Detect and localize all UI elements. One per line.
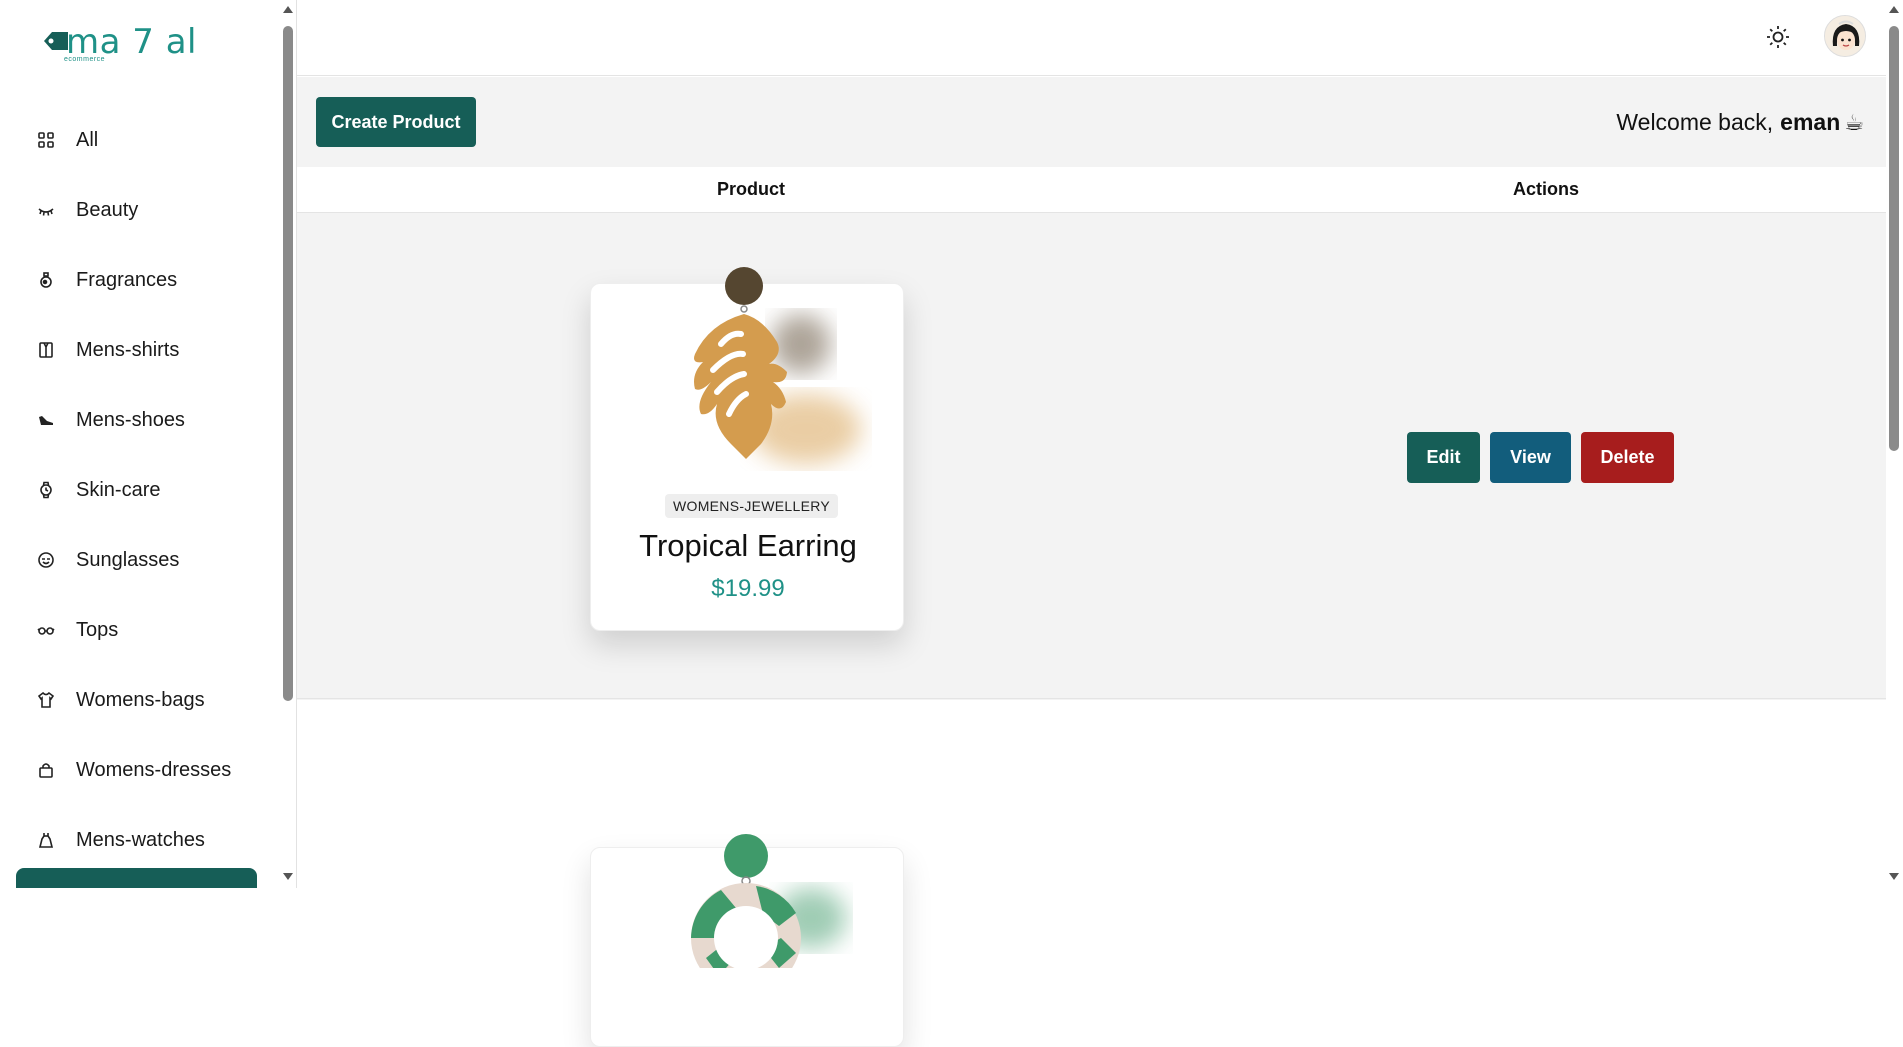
table-row: WOMENS-JEWELLERY Tropical Earring $19.99… <box>297 214 1886 699</box>
column-header-actions: Actions <box>1513 179 1580 199</box>
sidebar: ma 7 al ecommerce All Beauty Fragrances <box>0 0 280 888</box>
sidebar-item-mens-shirts[interactable]: Mens-shirts <box>0 315 270 385</box>
sidebar-item-label: Beauty <box>76 198 139 221</box>
product-image <box>691 834 846 968</box>
sidebar-item-label: Mens-watches <box>76 828 205 851</box>
category-nav: All Beauty Fragrances Mens-shirts Mens-s… <box>0 105 270 875</box>
sidebar-item-skin-care[interactable]: Skin-care <box>0 455 270 525</box>
scroll-up-icon[interactable] <box>1889 6 1899 13</box>
column-header-product: Product <box>717 179 786 199</box>
sidebar-item-label: Mens-shoes <box>76 408 185 431</box>
page-scrollbar[interactable] <box>1886 0 1903 888</box>
tshirt-icon <box>36 690 56 710</box>
sidebar-item-womens-dresses[interactable]: Womens-dresses <box>0 735 270 805</box>
dress-icon <box>36 830 56 850</box>
sidebar-item-label: Mens-shirts <box>76 338 180 361</box>
row-actions: Edit View Delete <box>1407 432 1674 483</box>
scrollbar-thumb[interactable] <box>283 26 293 701</box>
sidebar-item-label: Skin-care <box>76 478 161 501</box>
scroll-down-icon[interactable] <box>283 873 293 880</box>
welcome-prefix: Welcome back, <box>1616 109 1774 135</box>
table-header: Product Actions <box>297 167 1886 213</box>
watch-icon <box>36 480 56 500</box>
view-button[interactable]: View <box>1490 432 1571 483</box>
brand-tagline: ecommerce <box>64 56 106 63</box>
bag-icon <box>36 760 56 780</box>
sidebar-item-beauty[interactable]: Beauty <box>0 175 270 245</box>
sidebar-item-fragrances[interactable]: Fragrances <box>0 245 270 315</box>
user-avatar[interactable] <box>1824 15 1866 57</box>
eyelash-icon <box>36 200 56 220</box>
theme-toggle-button[interactable] <box>1765 24 1791 50</box>
sidebar-item-mens-watches[interactable]: Mens-watches <box>0 805 270 875</box>
product-card[interactable] <box>590 834 904 1047</box>
sidebar-item-tops[interactable]: Tops <box>0 595 270 665</box>
sidebar-item-all[interactable]: All <box>0 105 270 175</box>
product-card[interactable]: WOMENS-JEWELLERY Tropical Earring $19.99 <box>590 267 904 631</box>
main-content: Create Product Welcome back, eman ☕ Prod… <box>297 77 1886 1047</box>
sidebar-item-womens-bags[interactable]: Womens-bags <box>0 665 270 735</box>
sidebar-item-sunglasses[interactable]: Sunglasses <box>0 525 270 595</box>
glasses-icon <box>36 620 56 640</box>
smile-icon <box>36 550 56 570</box>
scrollbar-thumb[interactable] <box>1889 26 1899 451</box>
sidebar-bottom-button[interactable] <box>16 868 257 888</box>
scroll-down-icon[interactable] <box>1889 873 1899 880</box>
username: eman <box>1780 109 1841 135</box>
product-price: $19.99 <box>711 575 785 602</box>
product-title: Tropical Earring <box>639 528 857 563</box>
brand-logo[interactable]: ma 7 al ecommerce <box>42 22 197 63</box>
sidebar-item-label: Womens-bags <box>76 688 205 711</box>
sidebar-item-label: Sunglasses <box>76 548 180 571</box>
sidebar-item-label: Tops <box>76 618 119 641</box>
edit-button[interactable]: Edit <box>1407 432 1480 483</box>
create-product-button[interactable]: Create Product <box>316 97 476 147</box>
grid-icon <box>36 130 56 150</box>
sidebar-scrollbar[interactable] <box>280 0 296 888</box>
shoe-icon <box>36 410 56 430</box>
top-bar <box>297 0 1886 76</box>
sidebar-item-label: All <box>76 128 99 151</box>
table-row <box>297 700 1886 1047</box>
welcome-message: Welcome back, eman ☕ <box>1616 109 1864 136</box>
welcome-emoji: ☕ <box>1844 109 1864 135</box>
category-badge: WOMENS-JEWELLERY <box>665 494 839 518</box>
sidebar-item-label: Womens-dresses <box>76 758 232 781</box>
perfume-icon <box>36 270 56 290</box>
sidebar-item-label: Fragrances <box>76 268 178 291</box>
product-image <box>694 267 861 464</box>
sidebar-item-mens-shoes[interactable]: Mens-shoes <box>0 385 270 455</box>
scroll-up-icon[interactable] <box>283 6 293 13</box>
delete-button[interactable]: Delete <box>1581 432 1674 483</box>
shirt-icon <box>36 340 56 360</box>
sun-icon <box>1767 26 1789 48</box>
